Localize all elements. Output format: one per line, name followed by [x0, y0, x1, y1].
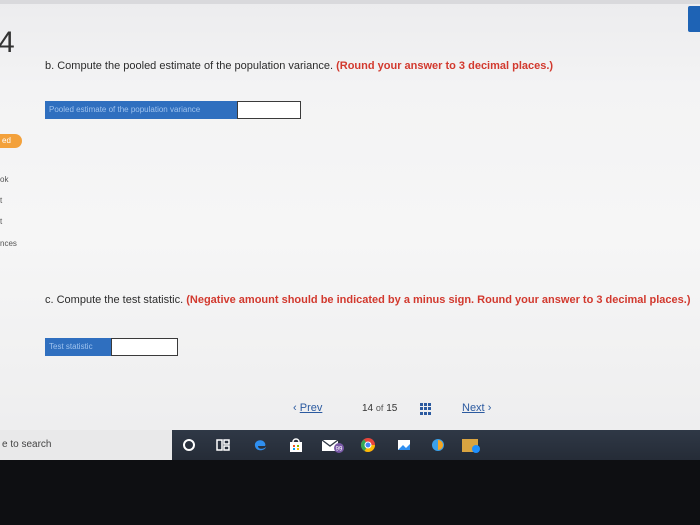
chrome-icon[interactable] — [360, 437, 376, 453]
photos-icon[interactable] — [396, 437, 412, 453]
part-c-prompt: c. Compute the test statistic. — [45, 294, 184, 306]
sidebar-status-pill[interactable]: ed — [0, 134, 22, 148]
sidebar-fragment: ed — [2, 136, 11, 145]
part-c-note: (Negative amount should be indicated by … — [186, 294, 691, 306]
top-border — [0, 0, 700, 4]
chevron-right-icon: › — [487, 402, 492, 414]
app-icon[interactable] — [430, 437, 446, 453]
sidebar-fragment[interactable]: ok — [0, 176, 8, 184]
prev-label[interactable]: Prev — [300, 402, 323, 414]
current-page: 14 — [362, 403, 374, 414]
task-view-icon[interactable] — [215, 437, 231, 453]
test-statistic-input[interactable] — [111, 338, 178, 356]
taskbar: e to search 99 — [0, 430, 700, 460]
browser-viewport: 4 ed ok t t nces b. Compute the pooled e… — [0, 0, 700, 430]
photo-thumbnail-icon[interactable] — [461, 437, 481, 453]
part-b-answer-label: Pooled estimate of the population varian… — [45, 101, 237, 119]
part-c-answer-label: Test statistic — [45, 338, 111, 356]
question-number: 4 — [0, 26, 15, 59]
sidebar-fragment[interactable]: nces — [0, 240, 17, 248]
cortana-icon[interactable] — [181, 437, 197, 453]
sidebar-fragment[interactable]: t — [0, 197, 2, 205]
grid-icon[interactable] — [420, 403, 432, 415]
pooled-variance-input[interactable] — [237, 101, 301, 119]
part-b-answer-row: Pooled estimate of the population varian… — [45, 101, 301, 119]
part-b-question: b. Compute the pooled estimate of the po… — [45, 60, 553, 72]
part-b-prompt: b. Compute the pooled estimate of the po… — [45, 60, 334, 72]
page-of-label: of — [375, 403, 384, 413]
corner-tab[interactable] — [688, 6, 700, 32]
sidebar-fragment[interactable]: t — [0, 218, 2, 226]
mail-badge-count: 99 — [336, 447, 343, 453]
part-c-answer-row: Test statistic — [45, 338, 178, 356]
total-pages: 15 — [386, 403, 398, 414]
page-indicator: 14 of 15 — [362, 403, 397, 414]
edge-icon[interactable] — [252, 437, 268, 453]
prev-button[interactable]: ‹ Prev — [293, 402, 322, 414]
taskbar-search[interactable]: e to search — [0, 430, 172, 460]
part-c-question: c. Compute the test statistic. (Negative… — [45, 294, 691, 306]
mail-icon[interactable]: 99 — [321, 437, 347, 453]
chevron-left-icon: ‹ — [293, 402, 297, 414]
next-button[interactable]: Next › — [462, 402, 491, 414]
monitor-bezel — [0, 460, 700, 525]
store-icon[interactable] — [288, 437, 304, 453]
part-b-note: (Round your answer to 3 decimal places.) — [336, 60, 554, 72]
next-label[interactable]: Next — [462, 402, 485, 414]
